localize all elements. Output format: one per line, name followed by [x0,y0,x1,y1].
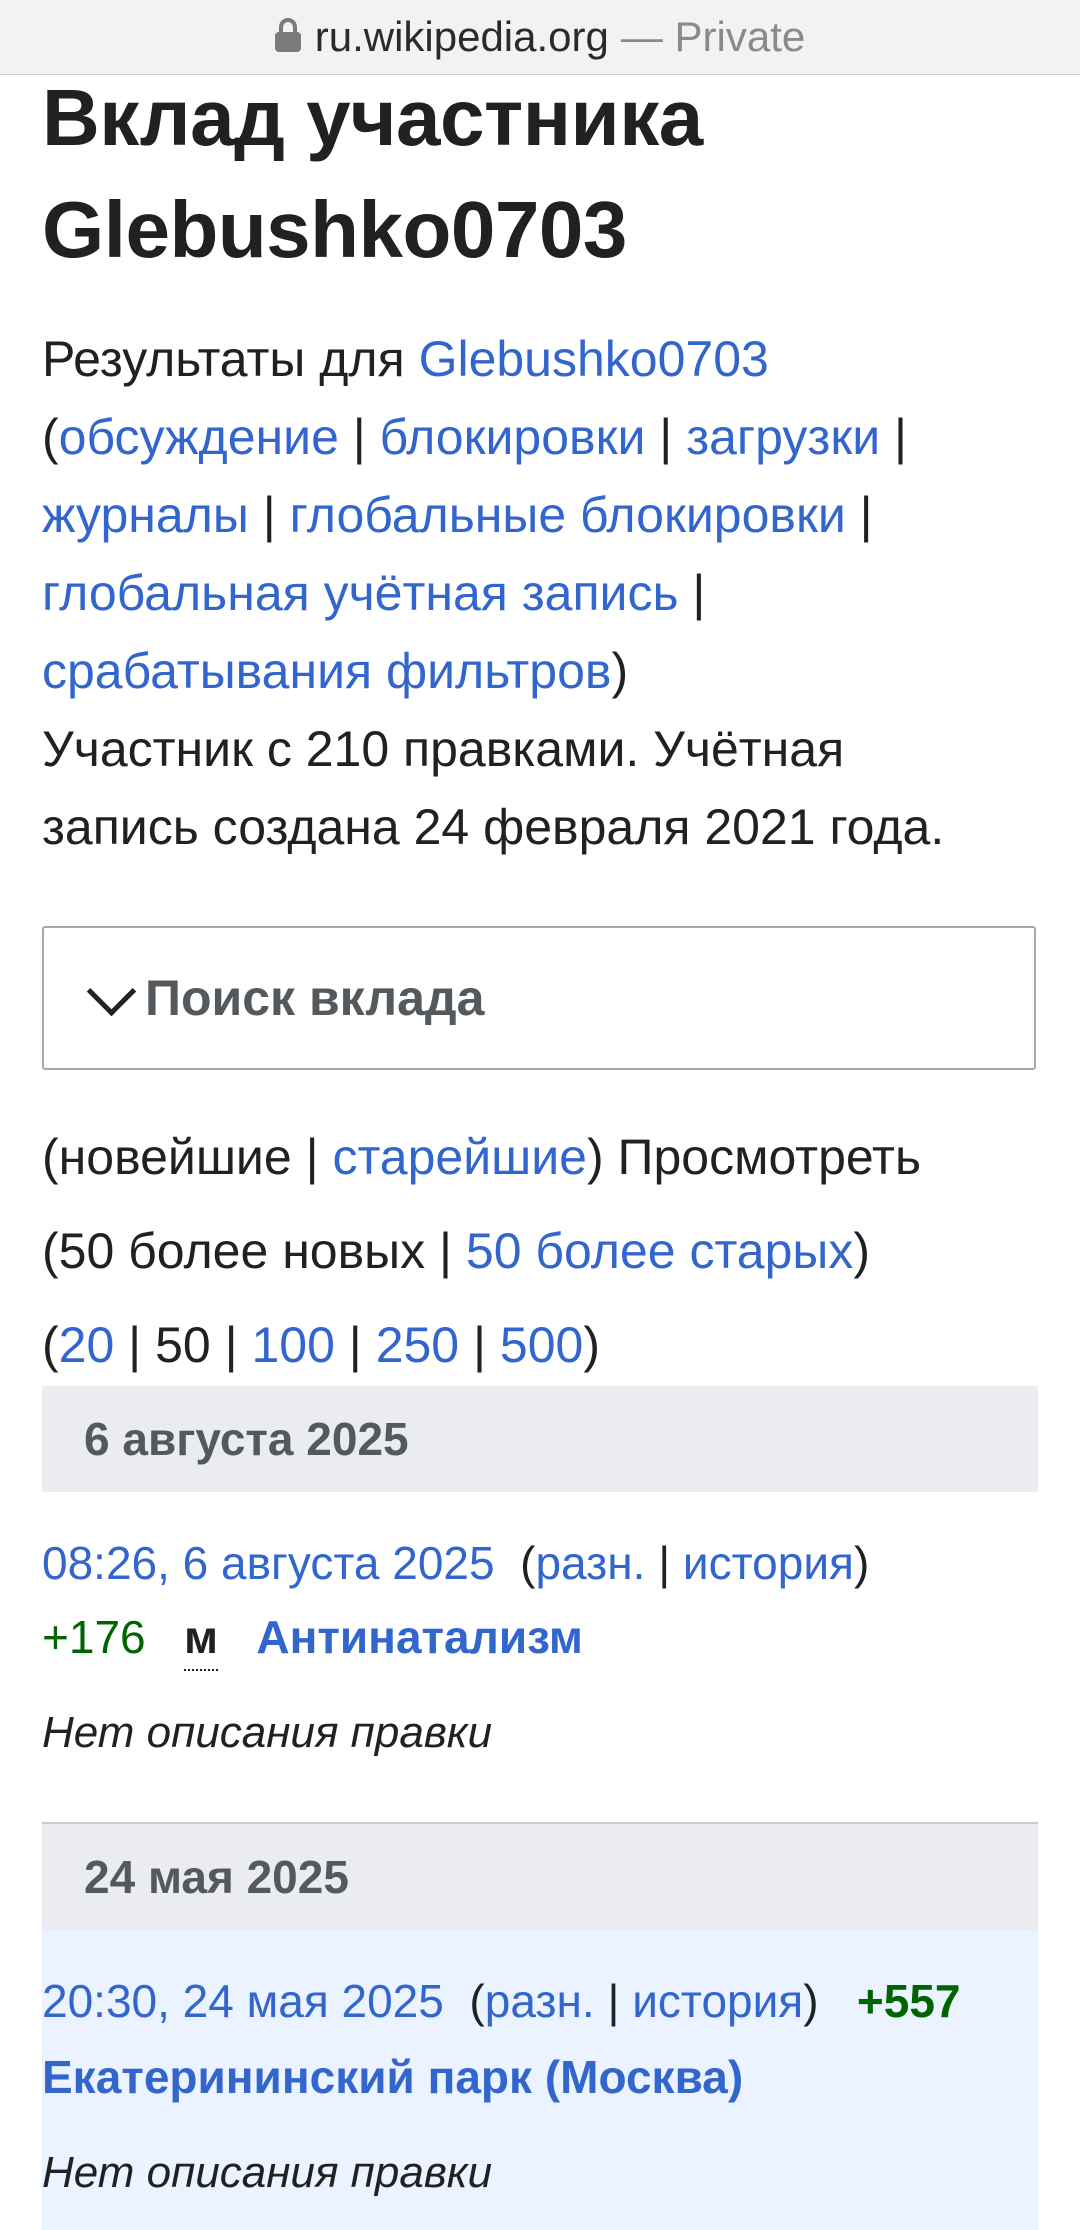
search-contributions-toggle[interactable]: Поиск вклада [42,926,1036,1070]
edit-comment: Нет описания правки [42,2148,493,2197]
talk-link[interactable]: обсуждение [59,409,339,465]
global-account-link[interactable]: глобальная учётная запись [42,565,679,621]
browser-url-bar[interactable]: ru.wikipedia.org — Private [0,0,1080,75]
limit-20-link[interactable]: 20 [59,1317,115,1373]
date-header: 24 мая 2025 [42,1824,1038,1930]
limit-500-link[interactable]: 500 [500,1317,583,1373]
oldest-link[interactable]: старейшие [332,1129,587,1185]
chevron-down-icon [86,966,137,1016]
limit-50-current: 50 [155,1317,211,1373]
tool-links-line: (обсуждение | блокировки | загрузки | [42,409,908,465]
url-domain: ru.wikipedia.org [314,13,609,60]
newest-label: новейшие [58,1129,292,1185]
minor-edit-flag: м [183,1611,218,1671]
page-title-line2: Glebushko0703 [42,185,627,274]
contributions-intro: Результаты для Glebushko0703 (обсуждение… [42,320,1042,866]
limit-250-link[interactable]: 250 [376,1317,459,1373]
username-link[interactable]: Glebushko0703 [419,331,769,387]
abuse-filter-link[interactable]: срабатывания фильтров [42,643,611,699]
diff-link[interactable]: разн. [485,1975,595,2027]
date-header: 6 августа 2025 [42,1386,1038,1492]
results-line: Результаты для Glebushko0703 [42,320,1042,398]
timestamp-link[interactable]: 08:26, 6 августа 2025 [42,1537,495,1589]
search-contributions-label: Поиск вклада [145,970,485,1026]
page-title-line1: Вклад участника [42,73,703,162]
private-label: Private [674,13,806,60]
blocks-link[interactable]: блокировки [380,409,646,465]
view-label: Просмотреть [617,1129,921,1185]
global-blocks-link[interactable]: глобальные блокировки [290,487,846,543]
private-indicator: — Private [621,13,805,61]
article-link[interactable]: Антинатализм [256,1611,583,1663]
history-link[interactable]: история [683,1537,854,1589]
logs-link[interactable]: журналы [42,487,249,543]
size-change: +557 [856,1975,961,2027]
history-link[interactable]: история [632,1975,803,2027]
edit-count-line1: Участник с 210 правками. Учётная [42,721,845,777]
edit-comment: Нет описания правки [42,1708,493,1757]
lock-icon [274,18,301,52]
size-change: +176 [42,1611,146,1663]
uploads-link[interactable]: загрузки [686,409,880,465]
results-for-label: Результаты для [42,331,405,387]
newer-label: 50 более новых [58,1223,426,1279]
pagination-nav: (новейшие | старейшие) Просмотреть (50 б… [42,1110,1042,1392]
older-link[interactable]: 50 более старых [466,1223,853,1279]
contribution-entry: 08:26, 6 августа 2025 (разн. | история) … [42,1537,870,1757]
limit-100-link[interactable]: 100 [251,1317,334,1373]
edit-count-line2: запись создана 24 февраля 2021 года. [42,799,945,855]
article-link[interactable]: Екатерининский парк (Москва) [42,2051,743,2103]
contribution-entry: 20:30, 24 мая 2025 (разн. | история) +55… [42,1975,961,2197]
diff-link[interactable]: разн. [535,1537,645,1589]
url-separator: — [620,13,663,60]
limit-selector: (20 | 50 | 100 | 250 | 500) [42,1317,600,1373]
timestamp-link[interactable]: 20:30, 24 мая 2025 [42,1975,444,2027]
